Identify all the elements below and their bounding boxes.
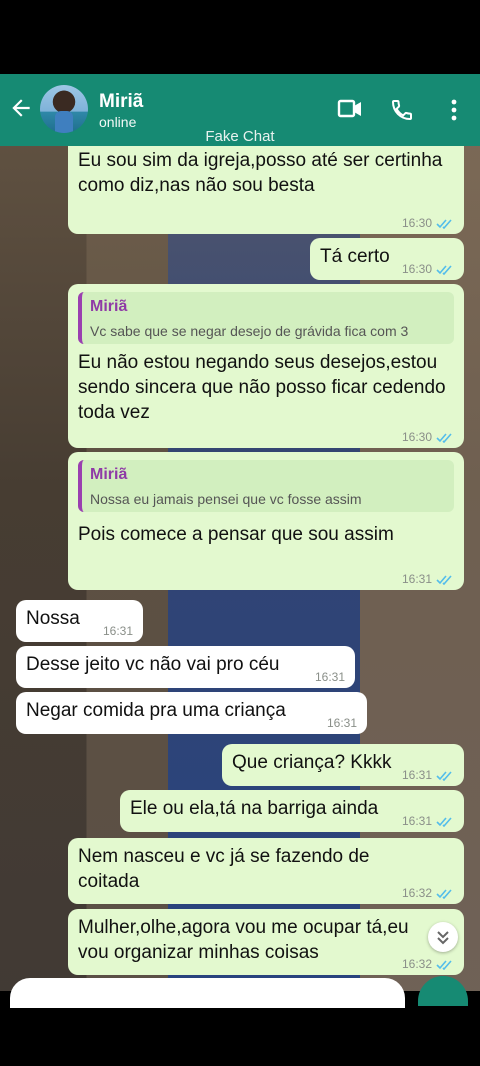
- message-text: Mulher,olhe,agora vou me ocupar tá,eu vo…: [78, 917, 409, 963]
- message-time-wrap: 16:31: [402, 814, 454, 828]
- avatar[interactable]: [40, 85, 88, 133]
- quote-text: Nossa eu jamais pensei que vc fosse assi…: [90, 491, 362, 507]
- message-time-wrap: 16:31: [402, 768, 454, 782]
- message-text: Pois comece a pensar que sou assim: [78, 524, 394, 545]
- read-ticks-icon: [436, 574, 452, 585]
- read-ticks-icon: [436, 432, 452, 443]
- chat-header: Miriã online Fake Chat: [0, 74, 480, 146]
- quote-sender: Miriã: [90, 466, 128, 483]
- message-time-wrap: 16:31: [402, 572, 454, 586]
- quote-sender: Miriã: [90, 298, 128, 315]
- message-time-wrap: 16:32: [402, 886, 454, 900]
- message-text: Negar comida pra uma criança: [26, 700, 286, 721]
- more-options-icon[interactable]: [448, 98, 460, 122]
- message-time: 16:31: [102, 624, 133, 638]
- message-bubble[interactable]: Miriã Nossa eu jamais pensei que vc foss…: [68, 452, 464, 590]
- message-text: Eu sou sim da igreja,posso até ser certi…: [78, 150, 443, 196]
- contact-name[interactable]: Miriã: [99, 91, 143, 113]
- message-time: 16:30: [401, 430, 432, 444]
- message-text: Nem nasceu e vc já se fazendo de coitada: [78, 846, 370, 892]
- message-time: 16:31: [401, 814, 432, 828]
- fake-chat-label: Fake Chat: [205, 128, 275, 145]
- message-time-wrap: 16:30: [402, 216, 454, 230]
- double-chevron-down-icon: [437, 931, 449, 945]
- message-time-wrap: 16:31: [103, 624, 133, 638]
- message-input[interactable]: [10, 978, 405, 1008]
- message-bubble[interactable]: Miriã Vc sabe que se negar desejo de grá…: [68, 284, 464, 448]
- message-time-wrap: 16:30: [402, 262, 454, 276]
- back-arrow-icon[interactable]: [8, 95, 34, 121]
- read-ticks-icon: [436, 959, 452, 970]
- message-bubble[interactable]: Eu sou sim da igreja,posso até ser certi…: [68, 146, 464, 234]
- message-time-wrap: 16:30: [402, 430, 454, 444]
- quoted-message[interactable]: Miriã Vc sabe que se negar desejo de grá…: [78, 292, 454, 344]
- message-bubble[interactable]: Negar comida pra uma criança 16:31: [16, 692, 367, 734]
- message-time: 16:31: [326, 716, 357, 730]
- message-bubble[interactable]: Que criança? Kkkk 16:31: [222, 744, 464, 786]
- message-time-wrap: 16:31: [327, 716, 357, 730]
- video-call-icon[interactable]: [337, 98, 363, 120]
- message-time-wrap: 16:31: [315, 670, 345, 684]
- message-time: 16:30: [401, 216, 432, 230]
- read-ticks-icon: [436, 218, 452, 229]
- message-time: 16:32: [401, 957, 432, 971]
- message-time: 16:31: [401, 572, 432, 586]
- message-bubble[interactable]: Nossa 16:31: [16, 600, 143, 642]
- message-bubble[interactable]: Desse jeito vc não vai pro céu 16:31: [16, 646, 355, 688]
- message-bubble[interactable]: Tá certo 16:30: [310, 238, 464, 280]
- chat-area[interactable]: Eu sou sim da igreja,posso até ser certi…: [0, 146, 480, 991]
- read-ticks-icon: [436, 264, 452, 275]
- message-time: 16:31: [314, 670, 345, 684]
- message-time: 16:32: [401, 886, 432, 900]
- message-bubble[interactable]: Nem nasceu e vc já se fazendo de coitada…: [68, 838, 464, 904]
- read-ticks-icon: [436, 770, 452, 781]
- message-bubble[interactable]: Ele ou ela,tá na barriga ainda 16:31: [120, 790, 464, 832]
- message-text: Desse jeito vc não vai pro céu: [26, 654, 280, 675]
- message-text: Eu não estou negando seus desejos,estou …: [78, 352, 446, 423]
- message-time: 16:31: [401, 768, 432, 782]
- read-ticks-icon: [436, 816, 452, 827]
- message-time-wrap: 16:32: [402, 957, 454, 971]
- status-bar-area: [0, 0, 480, 74]
- read-ticks-icon: [436, 888, 452, 899]
- message-time: 16:30: [401, 262, 432, 276]
- quote-text: Vc sabe que se negar desejo de grávida f…: [90, 323, 409, 339]
- phone-icon[interactable]: [390, 98, 414, 122]
- message-bubble[interactable]: Mulher,olhe,agora vou me ocupar tá,eu vo…: [68, 909, 464, 975]
- quoted-message[interactable]: Miriã Nossa eu jamais pensei que vc foss…: [78, 460, 454, 512]
- scroll-to-bottom-button[interactable]: [428, 922, 458, 952]
